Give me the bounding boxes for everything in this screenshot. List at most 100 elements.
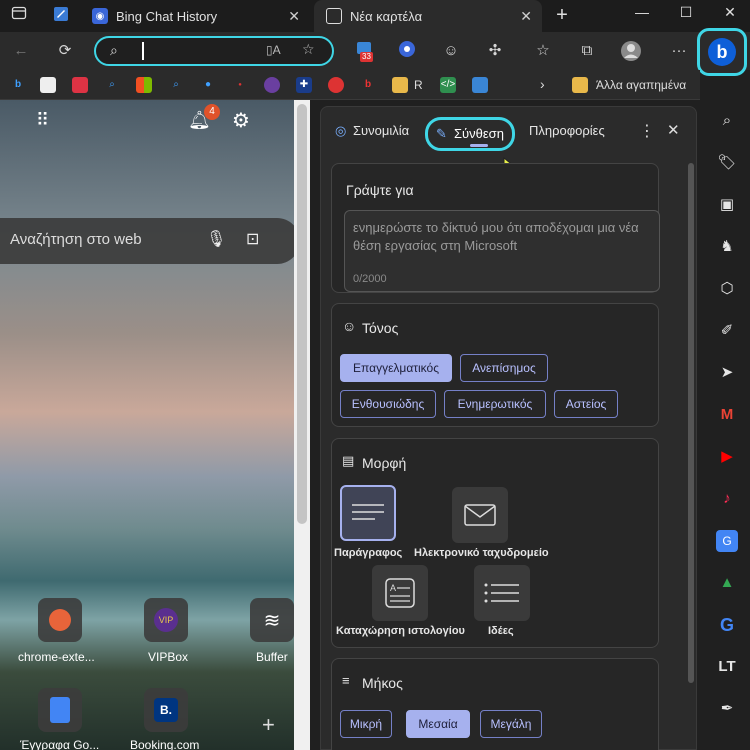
google-icon[interactable]: G [716,614,738,636]
settings-gear-icon[interactable]: ⚙ [232,108,250,133]
close-tab-icon[interactable]: ✕ [520,8,532,25]
gmail-icon[interactable]: M [716,404,738,426]
other-favorites-label[interactable]: Άλλα αγαπημένα [596,78,686,92]
quick-link-booking[interactable]: B. [144,688,188,732]
new-tab-button[interactable]: + [550,4,574,26]
vip-bookmark-icon[interactable] [264,77,280,93]
google-drive-icon[interactable]: ▲ [716,572,738,594]
collections-icon[interactable]: ⧉ [576,40,598,62]
chat-history-extension-icon[interactable] [396,40,418,62]
add-favorite-icon[interactable]: ☆ [302,41,315,58]
copilot-button[interactable]: b [697,28,747,76]
favorites-icon[interactable]: ☆ [532,40,554,62]
microsoft-365-icon[interactable]: ⬡ [716,278,738,300]
notification-badge: 4 [204,104,220,120]
apps-grid-icon[interactable]: ⠿ [36,110,51,131]
tiktok-icon[interactable]: ♪ [716,488,738,510]
mic-bookmark-icon[interactable]: ● [200,77,216,93]
tab-chat[interactable]: Συνομιλία [353,123,409,138]
youtube-icon[interactable]: ▶ [716,446,738,468]
lt-icon[interactable]: LT [716,656,738,678]
chevron-right-icon[interactable]: › [540,76,545,92]
format-option-blog-post[interactable]: A [372,565,428,621]
send-icon[interactable]: ➤ [716,362,738,384]
extension-badge: 33 [360,52,373,62]
extensions-puzzle-icon[interactable]: ✣ [484,40,506,62]
add-quick-link-icon[interactable]: + [262,712,275,738]
search-input[interactable]: Αναζήτηση στο web [10,231,142,248]
red-bookmark-icon[interactable] [328,77,344,93]
tools-briefcase-icon[interactable]: ▣ [716,194,738,216]
panel-tabs: ◎ Συνομιλία ✎ Σύνθεση Πληροφορίες ⋮ ✕ [321,107,696,153]
quick-link-buffer[interactable]: ≋ [250,598,294,642]
page-bookmark-icon[interactable] [40,77,56,93]
close-panel-icon[interactable]: ✕ [667,121,680,139]
games-icon[interactable]: ♞ [716,236,738,258]
quick-link-vipbox[interactable]: VIP [144,598,188,642]
tone-icon: ☺ [342,318,357,334]
extension-icon[interactable]: 33 [354,40,376,62]
feather-icon[interactable]: ✒ [716,698,738,720]
folder-bookmark-label[interactable]: R [414,78,423,92]
robot-icon[interactable]: ☺ [440,40,462,62]
length-option-medium[interactable]: Μεσαία [406,710,470,738]
search-bookmark-icon[interactable]: ⌕ [168,77,184,93]
visual-search-icon[interactable]: ⊡ [246,229,259,249]
format-option-email[interactable] [452,487,508,543]
tone-option-casual[interactable]: Ανεπίσημος [460,354,548,382]
quick-link-chrome-extension[interactable] [38,598,82,642]
address-bar[interactable]: ⌕ ▯A ☆ [94,36,334,66]
store-bookmark-icon[interactable] [72,77,88,93]
microphone-icon[interactable]: 🎙︎ [206,229,226,249]
tone-option-informational[interactable]: Ενημερωτικός [444,390,546,418]
folder-bookmark-icon[interactable] [392,77,408,93]
page-scrollbar[interactable] [294,100,310,750]
reader-view-icon[interactable]: ▯A [266,43,281,57]
format-option-ideas[interactable] [474,565,530,621]
quick-link-label: chrome-exte... [18,650,95,664]
tab-actions-icon[interactable] [8,5,30,27]
length-card: ≡ Μήκος Μικρή Μεσαία Μεγάλη [331,658,659,750]
shopping-tag-icon[interactable]: 🏷︎ [716,152,738,174]
tab-new-tab[interactable]: Νέα καρτέλα ✕ [314,0,542,32]
write-about-textarea[interactable]: ενημερώστε το δίκτυό μου ότι αποδέχομαι … [344,210,660,292]
more-options-icon[interactable]: ··· [668,40,690,62]
copilot-compose-panel: ◎ Συνομιλία ✎ Σύνθεση Πληροφορίες ⋮ ✕ Γρ… [320,106,697,750]
calc-bookmark-icon[interactable] [472,77,488,93]
tone-option-funny[interactable]: Αστείος [554,390,618,418]
maximize-button[interactable]: ☐ [674,4,698,24]
format-option-paragraph[interactable] [340,485,396,541]
google-translate-icon[interactable]: G [716,530,738,552]
drop-icon[interactable]: ✐ [716,320,738,342]
code-bookmark-icon[interactable]: </> [440,77,456,93]
minimize-button[interactable]: — [630,4,654,24]
character-count: 0/2000 [353,273,387,285]
microsoft-bookmark-icon[interactable] [136,77,152,93]
tab-compose[interactable]: ✎ Σύνθεση [425,117,515,151]
notes-icon[interactable] [50,5,72,27]
uk-flag-bookmark-icon[interactable]: ✚ [296,77,312,93]
refresh-icon[interactable]: ⟳ [54,40,76,62]
write-about-card: Γράψτε για ενημερώστε το δίκτυό μου ότι … [331,163,660,293]
search-icon[interactable]: ⌕ [716,110,738,132]
tab-insights[interactable]: Πληροφορίες [529,123,605,138]
search-bookmark-icon[interactable]: ⌕ [104,77,120,93]
tone-option-professional[interactable]: Επαγγελματικός [340,354,452,382]
bing-copilot-icon: b [708,38,736,66]
tone-option-enthusiastic[interactable]: Ενθουσιώδης [340,390,436,418]
quick-link-google-docs[interactable] [38,688,82,732]
panel-scrollbar[interactable] [687,163,695,749]
more-options-icon[interactable]: ⋮ [639,121,655,141]
tab-bing-chat-history[interactable]: ◉ Bing Chat History ✕ [84,0,310,32]
close-tab-icon[interactable]: ✕ [288,8,300,25]
toolbar: ← ⟳ ⌕ ▯A ☆ 33 ☺ ✣ ☆ ⧉ ··· [0,32,750,70]
dot-bookmark-icon[interactable]: ● [232,77,248,93]
bing-bookmark-icon[interactable]: b [10,77,26,93]
close-window-button[interactable]: ✕ [718,4,742,24]
length-option-short[interactable]: Μικρή [340,710,392,738]
profile-avatar[interactable] [620,40,642,62]
web-search-bar[interactable]: Αναζήτηση στο web 🎙︎ ⊡ [0,218,300,264]
back-icon[interactable]: ← [10,40,32,62]
b-bookmark-icon[interactable]: b [360,77,376,93]
length-option-long[interactable]: Μεγάλη [480,710,542,738]
